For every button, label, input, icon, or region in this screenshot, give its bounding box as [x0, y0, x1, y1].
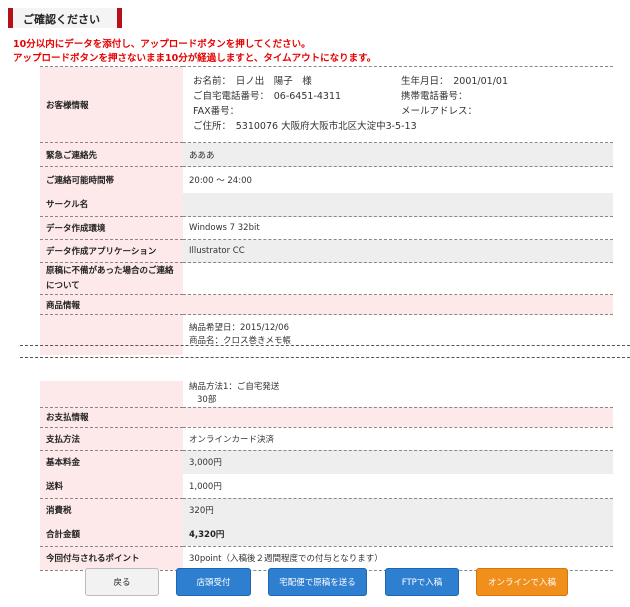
environment-label: データ作成環境	[40, 216, 183, 240]
total-row: 合計金額 4,320円	[40, 522, 613, 547]
notice-line-1: 10分以内にデータを添付し、アップロードボタンを押してください。	[13, 39, 311, 50]
shipping-label: 送料	[40, 474, 183, 499]
customer-email: メールアドレス：	[401, 105, 478, 117]
page-title: ご確認ください	[23, 13, 100, 26]
circle-label: サークル名	[40, 192, 183, 217]
back-button[interactable]: 戻る	[85, 568, 159, 596]
shipping-row: 送料 1,000円	[40, 474, 613, 499]
circle-row: サークル名	[40, 192, 613, 217]
shipping-value: 1,000円	[183, 474, 613, 499]
store-reception-button[interactable]: 店頭受付	[176, 568, 251, 596]
base-fee-label: 基本料金	[40, 450, 183, 474]
product-row-gap	[40, 355, 613, 381]
defect-contact-value	[183, 262, 613, 295]
online-upload-button[interactable]: オンラインで入稿	[476, 568, 568, 596]
points-value: 30point（入稿後２週間程度での付与となります）	[183, 546, 613, 570]
delivery-date: 納品希望日：2015/12/06	[189, 322, 289, 333]
customer-mobile-phone: 携帯電話番号：	[401, 90, 468, 102]
points-label: 今回付与されるポイント	[40, 546, 183, 570]
points-row: 今回付与されるポイント 30point（入稿後２週間程度での付与となります）	[40, 546, 613, 570]
customer-row: お客様情報 お名前： 日ノ出 陽子 様 生年月日： 2001/01/01 ご自宅…	[40, 66, 613, 143]
payment-method-label: 支払方法	[40, 427, 183, 451]
tax-label: 消費税	[40, 498, 183, 522]
tax-value: 320円	[183, 498, 613, 522]
emergency-row: 緊急ご連絡先 あああ	[40, 142, 613, 167]
payment-section-row: お支払情報	[40, 407, 613, 428]
base-fee-value: 3,000円	[183, 450, 613, 474]
payment-section-label: お支払情報	[40, 407, 613, 428]
delivery-method: 納品方法1：ご自宅発送	[189, 381, 280, 392]
payment-method-value: オンラインカード決済	[183, 427, 613, 451]
confirmation-table: お客様情報 お名前： 日ノ出 陽子 様 生年月日： 2001/01/01 ご自宅…	[40, 66, 613, 571]
quantity: 30部	[197, 394, 217, 405]
notice-line-2: アップロードボタンを押さないまま10分が経過しますと、タイムアウトになります。	[13, 53, 377, 64]
application-row: データ作成アプリケーション Illustrator CC	[40, 239, 613, 263]
cut-line-bottom	[20, 357, 630, 358]
customer-fax: FAX番号：	[193, 105, 240, 117]
application-value: Illustrator CC	[183, 239, 613, 263]
product-details-top: 納品希望日：2015/12/06 商品名：クロス巻きメモ帳	[183, 314, 613, 355]
total-label: 合計金額	[40, 522, 183, 547]
base-fee-row: 基本料金 3,000円	[40, 450, 613, 474]
emergency-value: あああ	[183, 142, 613, 167]
customer-name: お名前： 日ノ出 陽子 様	[193, 75, 312, 87]
product-label-bottom	[40, 380, 183, 408]
environment-value: Windows 7 32bit	[183, 216, 613, 240]
customer-details: お名前： 日ノ出 陽子 様 生年月日： 2001/01/01 ご自宅電話番号： …	[183, 66, 613, 143]
payment-method-row: 支払方法 オンラインカード決済	[40, 427, 613, 451]
circle-value	[183, 192, 613, 217]
product-label-top	[40, 314, 183, 355]
tax-row: 消費税 320円	[40, 498, 613, 522]
defect-contact-label: 原稿に不備があった場合のご連絡について	[40, 262, 183, 295]
product-section-row: 商品情報	[40, 294, 613, 315]
send-by-courier-button[interactable]: 宅配便で原稿を送る	[268, 568, 367, 596]
environment-row: データ作成環境 Windows 7 32bit	[40, 216, 613, 240]
cut-line-top	[20, 345, 630, 346]
defect-contact-row: 原稿に不備があった場合のご連絡について	[40, 262, 613, 295]
customer-label: お客様情報	[40, 66, 183, 143]
customer-home-phone: ご自宅電話番号： 06-6451-4311	[193, 90, 342, 102]
customer-birthday: 生年月日： 2001/01/01	[401, 75, 509, 87]
contact-time-label: ご連絡可能時間帯	[40, 166, 183, 193]
contact-time-row: ご連絡可能時間帯 20:00 〜 24:00	[40, 166, 613, 193]
product-section-label: 商品情報	[40, 294, 613, 315]
product-row-top: 納品希望日：2015/12/06 商品名：クロス巻きメモ帳	[40, 314, 613, 355]
product-row-bottom: 納品方法1：ご自宅発送 30部	[40, 380, 613, 408]
contact-time-value: 20:00 〜 24:00	[183, 166, 613, 193]
cut-gap	[40, 355, 613, 381]
product-details-bottom: 納品方法1：ご自宅発送 30部	[183, 380, 613, 408]
application-label: データ作成アプリケーション	[40, 239, 183, 263]
ftp-upload-button[interactable]: FTPで入稿	[385, 568, 459, 596]
total-value: 4,320円	[183, 522, 613, 547]
customer-address: ご住所： 5310076 大阪府大阪市北区大淀中3-5-13	[193, 120, 417, 132]
emergency-label: 緊急ご連絡先	[40, 142, 183, 167]
page-header: ご確認ください	[8, 8, 122, 28]
